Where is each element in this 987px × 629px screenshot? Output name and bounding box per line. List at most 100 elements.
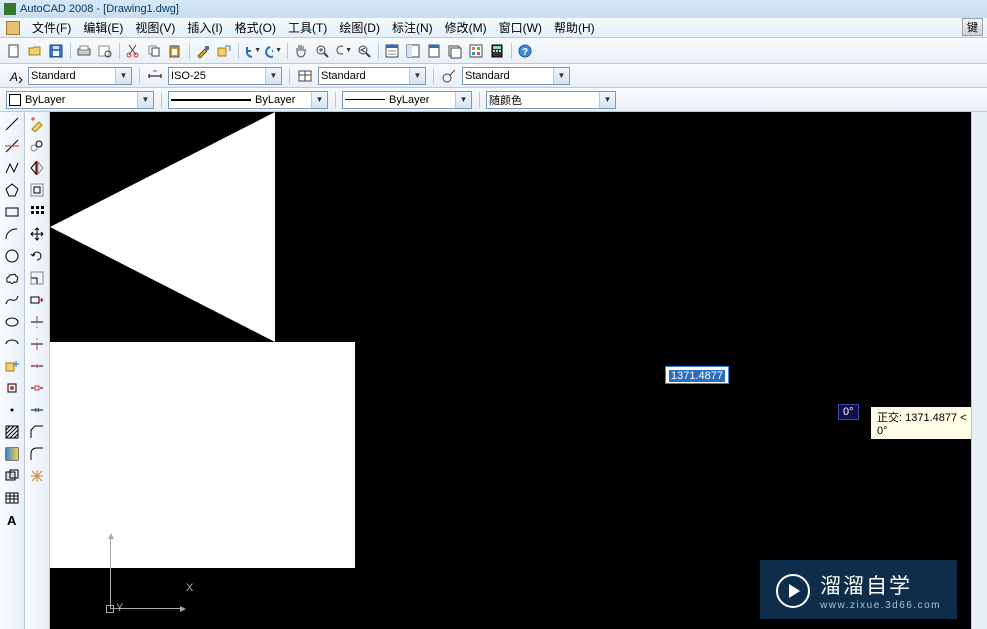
menu-edit[interactable]: 编辑(E)	[77, 17, 129, 38]
polygon-icon[interactable]	[2, 180, 22, 200]
ellipse-icon[interactable]	[2, 312, 22, 332]
menu-dimension[interactable]: 标注(N)	[386, 17, 439, 38]
hatch-icon[interactable]	[2, 422, 22, 442]
help-icon[interactable]: ?	[515, 41, 535, 61]
zoom-previous-icon[interactable]	[354, 41, 374, 61]
layer-combo[interactable]: ByLayer▼	[6, 91, 154, 109]
mleader-style-icon[interactable]	[440, 67, 458, 85]
layer-value: ByLayer	[25, 94, 65, 106]
menu-window[interactable]: 窗口(W)	[493, 17, 548, 38]
make-block-icon[interactable]	[2, 378, 22, 398]
vertical-scrollbar[interactable]	[971, 112, 987, 629]
plot-preview-icon[interactable]	[95, 41, 115, 61]
menu-tools[interactable]: 工具(T)	[282, 17, 333, 38]
dim-style-value: ISO-25	[171, 70, 206, 82]
extend-icon[interactable]	[27, 334, 47, 354]
circle-icon[interactable]	[2, 246, 22, 266]
menu-file[interactable]: 文件(F)	[26, 17, 77, 38]
offset-icon[interactable]	[27, 180, 47, 200]
cursor-tracking-v	[547, 315, 548, 377]
undo-icon[interactable]: ▼	[242, 41, 262, 61]
break-icon[interactable]	[27, 378, 47, 398]
table-style-icon[interactable]	[296, 67, 314, 85]
block-editor-icon[interactable]	[214, 41, 234, 61]
quickcalc-icon[interactable]	[487, 41, 507, 61]
polyline-icon[interactable]	[2, 158, 22, 178]
menu-help[interactable]: 帮助(H)	[548, 17, 601, 38]
svg-text:A: A	[9, 70, 18, 84]
plotstyle-combo[interactable]: 随颜色▼	[486, 91, 616, 109]
copy-obj-icon[interactable]	[27, 136, 47, 156]
menu-draw[interactable]: 绘图(D)	[333, 17, 386, 38]
cut-icon[interactable]	[123, 41, 143, 61]
explode-icon[interactable]	[27, 466, 47, 486]
tool-palettes-icon[interactable]	[424, 41, 444, 61]
mleader-style-combo[interactable]: Standard▼	[462, 67, 570, 85]
drawing-canvas[interactable]: 1371.4877 0° 正交: 1371.4877 < 0° Y X 溜溜自学…	[50, 112, 987, 629]
construction-line-icon[interactable]	[2, 136, 22, 156]
stretch-icon[interactable]	[27, 290, 47, 310]
window-title: AutoCAD 2008 - [Drawing1.dwg]	[20, 3, 179, 15]
rectangle-icon[interactable]	[2, 202, 22, 222]
plot-icon[interactable]	[74, 41, 94, 61]
trim-icon[interactable]	[27, 312, 47, 332]
dim-style-combo[interactable]: ISO-25▼	[168, 67, 282, 85]
match-properties-icon[interactable]	[193, 41, 213, 61]
design-center-icon[interactable]	[403, 41, 423, 61]
save-icon[interactable]	[46, 41, 66, 61]
array-icon[interactable]	[27, 202, 47, 222]
menu-modify[interactable]: 修改(M)	[439, 17, 493, 38]
dynamic-input[interactable]: 1371.4877	[665, 366, 729, 384]
rotate-icon[interactable]	[27, 246, 47, 266]
menubar-right-button[interactable]: 键	[962, 18, 983, 36]
watermark-url: www.zixue.3d66.com	[820, 600, 941, 611]
gradient-icon[interactable]	[2, 444, 22, 464]
point-icon[interactable]	[2, 400, 22, 420]
markup-set-icon[interactable]	[466, 41, 486, 61]
join-icon[interactable]	[27, 400, 47, 420]
region-icon[interactable]	[2, 466, 22, 486]
linetype-combo[interactable]: ByLayer▼	[168, 91, 328, 109]
redo-icon[interactable]: ▼	[263, 41, 283, 61]
dim-style-icon[interactable]	[146, 67, 164, 85]
menu-format[interactable]: 格式(O)	[229, 17, 282, 38]
app-icon	[4, 3, 16, 15]
line-icon[interactable]	[2, 114, 22, 134]
break-at-point-icon[interactable]	[27, 356, 47, 376]
scale-icon[interactable]	[27, 268, 47, 288]
table-style-combo[interactable]: Standard▼	[318, 67, 426, 85]
mirror-icon[interactable]	[27, 158, 47, 178]
menubar: 文件(F) 编辑(E) 视图(V) 插入(I) 格式(O) 工具(T) 绘图(D…	[0, 18, 987, 38]
fillet-icon[interactable]	[27, 444, 47, 464]
table-icon[interactable]	[2, 488, 22, 508]
app-menu-icon[interactable]	[6, 21, 20, 35]
spline-icon[interactable]	[2, 290, 22, 310]
insert-block-icon[interactable]	[2, 356, 22, 376]
zoom-realtime-icon[interactable]	[312, 41, 332, 61]
properties-icon[interactable]	[382, 41, 402, 61]
arc-icon[interactable]	[2, 224, 22, 244]
text-style-icon[interactable]: A	[6, 67, 24, 85]
paste-icon[interactable]	[165, 41, 185, 61]
new-icon[interactable]	[4, 41, 24, 61]
sheet-set-icon[interactable]	[445, 41, 465, 61]
lineweight-combo[interactable]: ByLayer▼	[342, 91, 472, 109]
ucs-y-axis	[110, 539, 111, 609]
chamfer-icon[interactable]	[27, 422, 47, 442]
zoom-window-icon[interactable]: ▼	[333, 41, 353, 61]
svg-text:A: A	[7, 513, 17, 528]
pan-icon[interactable]	[291, 41, 311, 61]
ucs-origin	[106, 605, 114, 613]
erase-icon[interactable]	[27, 114, 47, 134]
ellipse-arc-icon[interactable]	[2, 334, 22, 354]
revcloud-icon[interactable]	[2, 268, 22, 288]
ucs-x-label: X	[186, 582, 193, 594]
mtext-icon[interactable]: A	[2, 510, 22, 530]
menu-insert[interactable]: 插入(I)	[181, 17, 228, 38]
standard-toolbar: ▼ ▼ ▼ ?	[0, 38, 987, 64]
move-icon[interactable]	[27, 224, 47, 244]
menu-view[interactable]: 视图(V)	[129, 17, 181, 38]
copy-icon[interactable]	[144, 41, 164, 61]
text-style-combo[interactable]: Standard▼	[28, 67, 132, 85]
open-icon[interactable]	[25, 41, 45, 61]
